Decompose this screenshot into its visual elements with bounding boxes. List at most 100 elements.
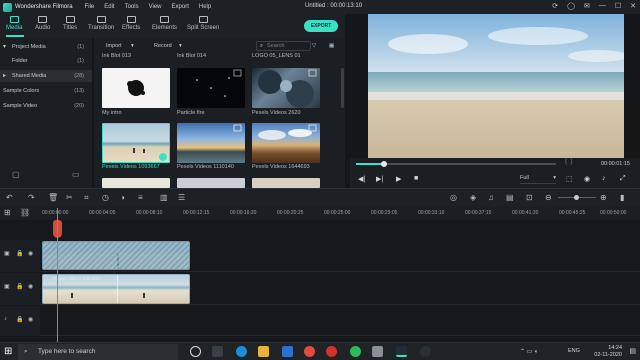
library-item-shared-media[interactable]: ▸ Shared Media (28) [0, 70, 92, 82]
maximize-icon[interactable]: ☐ [615, 2, 621, 10]
language-indicator[interactable]: ENG [568, 348, 580, 354]
audio-mixer-icon[interactable]: ≡ [138, 193, 143, 202]
menu-file[interactable]: File [85, 4, 95, 10]
cortana-icon[interactable] [190, 346, 201, 357]
preview-scrubber[interactable] [356, 161, 556, 167]
zoom-out-icon[interactable]: ⊖ [545, 193, 552, 202]
account-icon[interactable]: ◯ [567, 2, 575, 10]
app-icon-gray[interactable] [372, 346, 383, 357]
menu-view[interactable]: View [149, 4, 162, 10]
green-screen-icon[interactable]: ▥ [160, 193, 168, 202]
tab-elements[interactable]: Elements [152, 16, 177, 31]
notification-icon[interactable]: ✉ [584, 2, 590, 10]
taskbar-search-input[interactable]: ⌕ Type here to search [18, 344, 178, 360]
render-icon[interactable]: ◎ [450, 193, 457, 202]
link-icon[interactable]: ⛓ [20, 208, 30, 217]
snapshot-timeline-icon[interactable]: ⊡ [526, 193, 533, 202]
lock-icon[interactable]: 🔒 [16, 250, 23, 257]
mute-icon[interactable]: ◉ [28, 316, 33, 323]
timeline-clip-hatched[interactable] [42, 241, 190, 270]
tab-split-screen[interactable]: Split Screen [187, 16, 219, 31]
menu-edit[interactable]: Edit [104, 4, 114, 10]
color-icon[interactable]: ◑ [120, 193, 125, 202]
undo-icon[interactable]: ↶ [6, 193, 13, 202]
timeline-ruler[interactable]: ⊞ ⛓ 00:00:00:00 00:00:04:05 00:00:08:10 … [0, 206, 640, 220]
playhead-handle[interactable] [53, 220, 62, 238]
library-item-folder[interactable]: Folder (1) [0, 55, 92, 67]
media-thumb-pexels-1644693[interactable] [252, 123, 320, 163]
app-icon-green[interactable] [350, 346, 361, 357]
adjust-icon[interactable]: ☰ [178, 193, 185, 202]
marker-icon[interactable]: ◈ [470, 193, 476, 202]
sync-icon[interactable]: ⟳ [552, 2, 558, 10]
step-back-icon[interactable]: ◀| [358, 175, 365, 183]
menu-tools[interactable]: Tools [125, 4, 139, 10]
task-view-icon[interactable] [212, 346, 223, 357]
delete-icon[interactable]: 🗑 [48, 193, 58, 202]
record-button[interactable]: Record [154, 41, 172, 51]
media-thumb-pexels-1110140[interactable] [177, 123, 245, 163]
zoom-slider-handle[interactable] [574, 195, 579, 200]
new-folder-icon[interactable]: ▢ [12, 170, 20, 179]
menu-help[interactable]: Help [199, 4, 211, 10]
import-button[interactable]: Import [106, 41, 122, 51]
tab-titles[interactable]: Titles [63, 16, 77, 31]
media-thumb-pexels-1093667[interactable] [102, 123, 170, 163]
tab-media[interactable]: Media [6, 16, 22, 31]
minimize-icon[interactable]: — [599, 2, 606, 10]
play-frame-icon[interactable]: ▶| [376, 175, 383, 183]
chevron-right-icon[interactable]: ▸ [3, 72, 6, 79]
opera-icon[interactable] [326, 346, 337, 357]
library-item-sample-video[interactable]: Sample Video (20) [0, 100, 92, 112]
chrome-icon[interactable] [304, 346, 315, 357]
store-icon[interactable] [282, 346, 293, 357]
media-scrollbar[interactable] [341, 68, 344, 108]
media-thumb-partial[interactable] [102, 178, 170, 188]
eye-icon[interactable]: ◉ [28, 283, 33, 290]
file-explorer-icon[interactable] [258, 346, 269, 357]
volume-icon[interactable]: ♪ [602, 175, 606, 182]
snapshot-icon[interactable]: ◉ [584, 175, 590, 183]
filter-icon[interactable]: ▽ [312, 41, 316, 51]
tab-effects[interactable]: Effects [122, 16, 140, 31]
tab-transition[interactable]: Transition [88, 16, 114, 31]
media-thumb-pexels-2620[interactable] [252, 68, 320, 108]
chevron-down-icon[interactable]: ▾ [3, 43, 6, 50]
folder-open-icon[interactable]: ▭ [72, 170, 80, 179]
import-dropdown-icon[interactable]: ▾ [131, 41, 134, 51]
zoom-slider[interactable] [558, 195, 596, 200]
stop-icon[interactable]: ■ [414, 175, 418, 182]
lock-icon[interactable]: 🔒 [16, 316, 23, 323]
microphone-icon[interactable]: ♫ [488, 193, 494, 202]
zoom-in-icon[interactable]: ⊕ [600, 193, 607, 202]
app-icon-circle[interactable] [420, 346, 431, 357]
play-icon[interactable]: ▶ [396, 175, 401, 183]
media-thumb-my-intro[interactable] [102, 68, 170, 108]
menu-export[interactable]: Export [172, 4, 189, 10]
quality-select[interactable]: Full ▾ [520, 175, 556, 184]
lock-icon[interactable]: 🔒 [16, 283, 23, 290]
library-item-project-media[interactable]: ▾ Project Media (1) [0, 41, 92, 53]
media-thumb-partial[interactable] [252, 178, 320, 188]
speed-icon[interactable]: ◷ [102, 193, 109, 202]
media-thumb-partial[interactable] [177, 178, 245, 188]
search-input[interactable]: Search [256, 41, 311, 51]
crop-icon[interactable]: ⌗ [84, 193, 89, 203]
record-dropdown-icon[interactable]: ▾ [179, 41, 182, 51]
tab-audio[interactable]: Audio [35, 16, 50, 31]
system-clock[interactable]: 14:24 02-11-2020 [594, 345, 622, 359]
windows-start-icon[interactable]: ⊞ [4, 346, 12, 357]
scrubber-handle[interactable] [381, 161, 387, 167]
media-thumb-particle-fire[interactable] [177, 68, 245, 108]
add-track-icon[interactable]: ⊞ [4, 208, 11, 217]
edge-icon[interactable] [236, 346, 247, 357]
filmora-taskbar-icon[interactable] [396, 346, 407, 357]
notification-center-icon[interactable]: ▤ [629, 347, 636, 355]
eye-icon[interactable]: ◉ [28, 250, 33, 257]
voiceover-icon[interactable]: ▤ [506, 193, 514, 202]
fullscreen-toggle-icon[interactable]: ⬚ [566, 175, 573, 183]
close-icon[interactable]: ✕ [630, 2, 636, 10]
timeline-clip-beach[interactable]: Pexels Videos 1093667 [42, 274, 190, 304]
export-button[interactable]: EXPORT [304, 20, 338, 32]
library-item-sample-colors[interactable]: Sample Colors (13) [0, 85, 92, 97]
